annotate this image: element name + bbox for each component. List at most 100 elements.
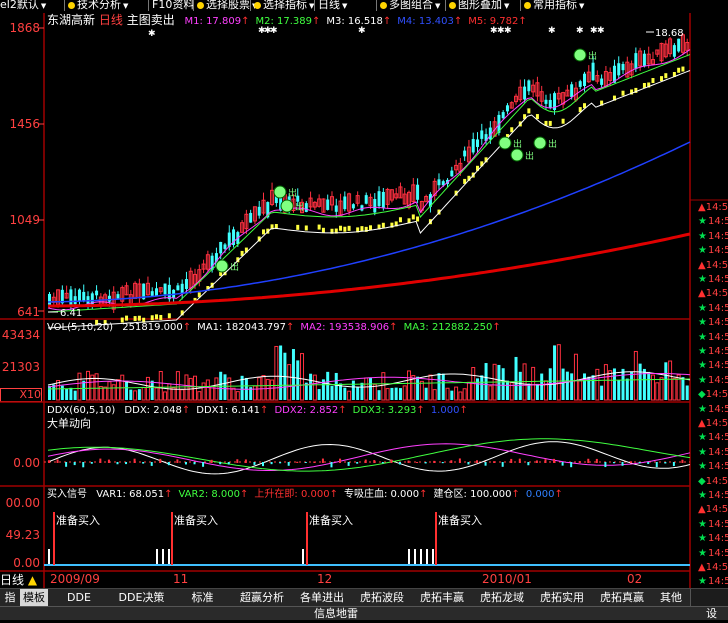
candle-body-down (578, 81, 582, 87)
top-star-marker: ✱ (504, 26, 512, 36)
vol-bar-up (650, 374, 655, 401)
ma-yellow-block (150, 315, 154, 321)
ma-yellow-block (398, 217, 402, 223)
vol-bar-down (137, 389, 141, 400)
tab-1[interactable]: 模板 (20, 589, 49, 606)
candle-body-down (450, 170, 454, 177)
tick-time: 14:5 (707, 317, 728, 329)
star-icon: ★ (698, 216, 707, 228)
top-star-marker: ✱ (548, 26, 556, 36)
star-icon: ★ (698, 490, 707, 501)
vol-bar-up (158, 370, 163, 401)
up-arrow-icon: ↑ (554, 489, 563, 500)
vol-bar-down (621, 368, 625, 400)
ddx-bar (313, 461, 316, 463)
chart-canvas[interactable]: 出出出出出出出✱ ✱✱✱ ✱ ✱ ✱ ✱ ✱ ✱ ✱ ✱ 18.686.41准备买入 准备买入 准备买入… (0, 0, 728, 619)
tick-row: ▲14:5 (698, 288, 728, 300)
ddx-bar (493, 461, 496, 463)
ddx-title: DDX(60,5,10) (47, 405, 116, 416)
ddx-bar (664, 462, 667, 464)
tick-row: ▲14:5 (698, 418, 728, 430)
ddx-bar (510, 458, 513, 463)
tab-4[interactable]: 标准 (173, 589, 233, 606)
tab-11[interactable]: 虎拓真赢 (592, 589, 653, 606)
vol-bar-up (201, 382, 206, 401)
vol-bar-down (565, 371, 569, 400)
vol-bar-up (261, 375, 266, 401)
vol-bar-up (94, 373, 99, 401)
ma-yellow-block (347, 225, 351, 231)
indicator-value: 251819.000 (122, 322, 183, 333)
tab-3[interactable]: DDE决策 (110, 589, 174, 606)
vol-bar-down (279, 345, 283, 400)
date-tick: 12 (317, 572, 333, 586)
vol-bar-down (398, 388, 402, 400)
ddx-bar (193, 462, 196, 465)
ddx-line (47, 441, 691, 475)
tick-row: ▲14:5 (698, 202, 728, 214)
info-mine-label[interactable]: 信息地雷 (314, 607, 358, 620)
high-price-marker: 18.68 (655, 28, 684, 39)
ddx-bar (116, 462, 119, 465)
signal-tick-bar (168, 549, 170, 564)
vol-bar-down (535, 383, 539, 400)
tab-9[interactable]: 虎拓龙域 (472, 589, 533, 606)
signal-tick-bar (408, 549, 410, 564)
ddx-bar (184, 462, 187, 465)
tick-time: 14:5 (707, 274, 728, 285)
ddx-bar (253, 462, 256, 465)
tab-6[interactable]: 各单进出 (292, 589, 353, 606)
tab-0[interactable]: 指标 (0, 589, 21, 621)
warning-triangle-icon: ▲ (27, 573, 38, 587)
vol-bar-down (65, 388, 69, 400)
badge-label: 出 (548, 138, 557, 150)
tab-2[interactable]: DDE (48, 589, 111, 606)
settings-label[interactable]: 设 (706, 607, 717, 620)
tab-12[interactable]: 其他 (652, 589, 691, 606)
date-tick: 11 (173, 572, 189, 586)
ddx-bar (604, 462, 607, 468)
star-icon: ★ (698, 331, 707, 343)
candle-body-down (343, 196, 347, 210)
status-bar: 信息地雷 设 (0, 606, 728, 620)
ddx-bar (518, 458, 521, 463)
vol-bar-down (664, 362, 668, 400)
star-icon: ★ (698, 432, 707, 444)
tab-7[interactable]: 虎拓波段 (352, 589, 413, 606)
tab-10[interactable]: 虎拓实用 (532, 589, 593, 606)
period-corner-label[interactable]: 日线 ▲ (0, 574, 37, 586)
candle-body-down (381, 191, 385, 209)
vol-bar-down (514, 356, 518, 400)
ddx-bar (99, 458, 102, 463)
vol-bar-up (270, 379, 275, 401)
vol-bar-down (394, 387, 398, 400)
ddx-bar (227, 462, 230, 465)
vol-bar-up (347, 390, 352, 401)
vol-bar-up (231, 387, 236, 401)
candle-body-down (360, 205, 364, 211)
vol-bar-up (595, 368, 600, 401)
buy-signal-label: 准备买入 (174, 513, 218, 527)
buy-badge-icon (510, 148, 524, 162)
candle-body-down (304, 203, 308, 212)
tick-time: 14:5 (705, 418, 728, 429)
signal-tick-bar (432, 549, 434, 564)
tick-time: 14:5 (707, 403, 728, 415)
tab-5[interactable]: 超赢分析 (232, 589, 293, 606)
ddx-header: DDX(60,5,10) DDX: 2.048↑ DDX1: 6.141↑ DDX2… (47, 405, 468, 417)
ddx-bar (450, 460, 453, 463)
tick-row: ★14:5 (698, 231, 728, 243)
vol-bar-down (625, 378, 629, 400)
ddx-bar (612, 462, 615, 464)
ma-yellow-block (651, 78, 655, 84)
ddx-bar (467, 462, 470, 465)
star-icon: ★ (698, 302, 707, 314)
vol-bar-down (484, 363, 488, 400)
star-icon: ★ (698, 547, 707, 559)
ddx-bar (373, 460, 376, 463)
vol-bar-down (416, 376, 420, 400)
ma-yellow-block (262, 229, 265, 235)
vol-bar-down (60, 385, 64, 400)
tab-8[interactable]: 虎拓丰赢 (412, 589, 473, 606)
vol-bar-down (570, 373, 574, 400)
